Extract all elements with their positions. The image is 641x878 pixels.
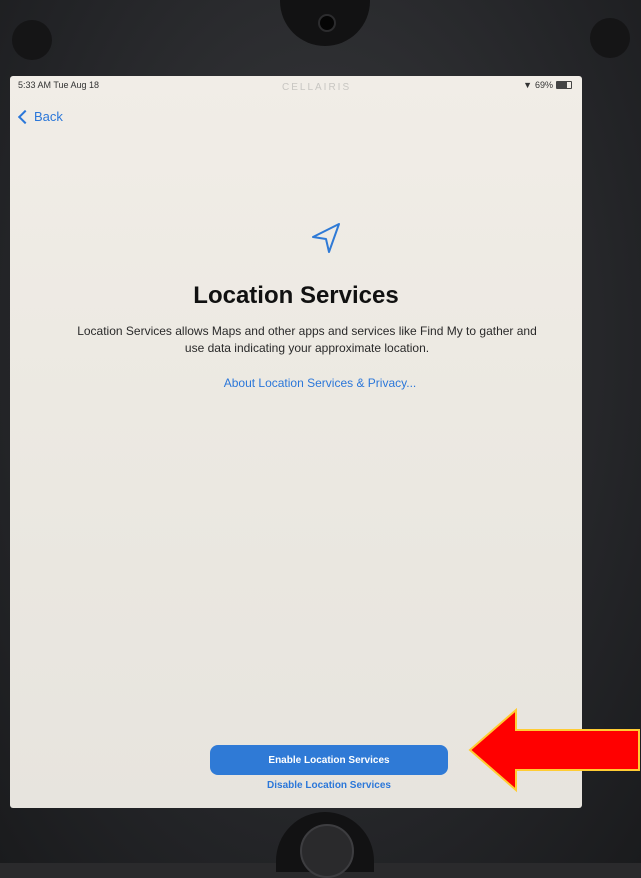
home-button[interactable] (300, 824, 354, 878)
case-bumper-left (12, 20, 52, 60)
status-bar: 5:33 AM Tue Aug 18 CELLAIRIS ▼ 69% (10, 80, 582, 94)
disable-location-services-button[interactable]: Disable Location Services (210, 780, 448, 791)
battery-fill (557, 82, 567, 88)
status-indicators: ▼ 69% (523, 80, 572, 90)
case-bumper-right (590, 18, 630, 58)
status-time: 5:33 AM Tue Aug 18 (18, 80, 100, 90)
back-button[interactable]: Back (17, 109, 63, 124)
chevron-left-icon (17, 109, 33, 124)
privacy-link[interactable]: About Location Services & Privacy... (10, 376, 582, 390)
page-title: Location Services (193, 282, 399, 309)
battery-percent: 69% (534, 80, 553, 90)
enable-location-services-button[interactable]: Enable Location Services (210, 745, 448, 775)
location-arrow-icon (312, 223, 340, 253)
front-camera (318, 14, 336, 32)
back-label: Back (34, 109, 63, 124)
red-arrow-annotation-icon (468, 708, 640, 793)
ipad-screen: 5:33 AM Tue Aug 18 CELLAIRIS ▼ 69% Back … (10, 76, 582, 808)
battery-icon (556, 81, 572, 89)
case-brand-watermark: CELLAIRIS (282, 82, 352, 93)
wifi-icon: ▼ (523, 80, 532, 90)
page-description: Location Services allows Maps and other … (77, 324, 537, 355)
